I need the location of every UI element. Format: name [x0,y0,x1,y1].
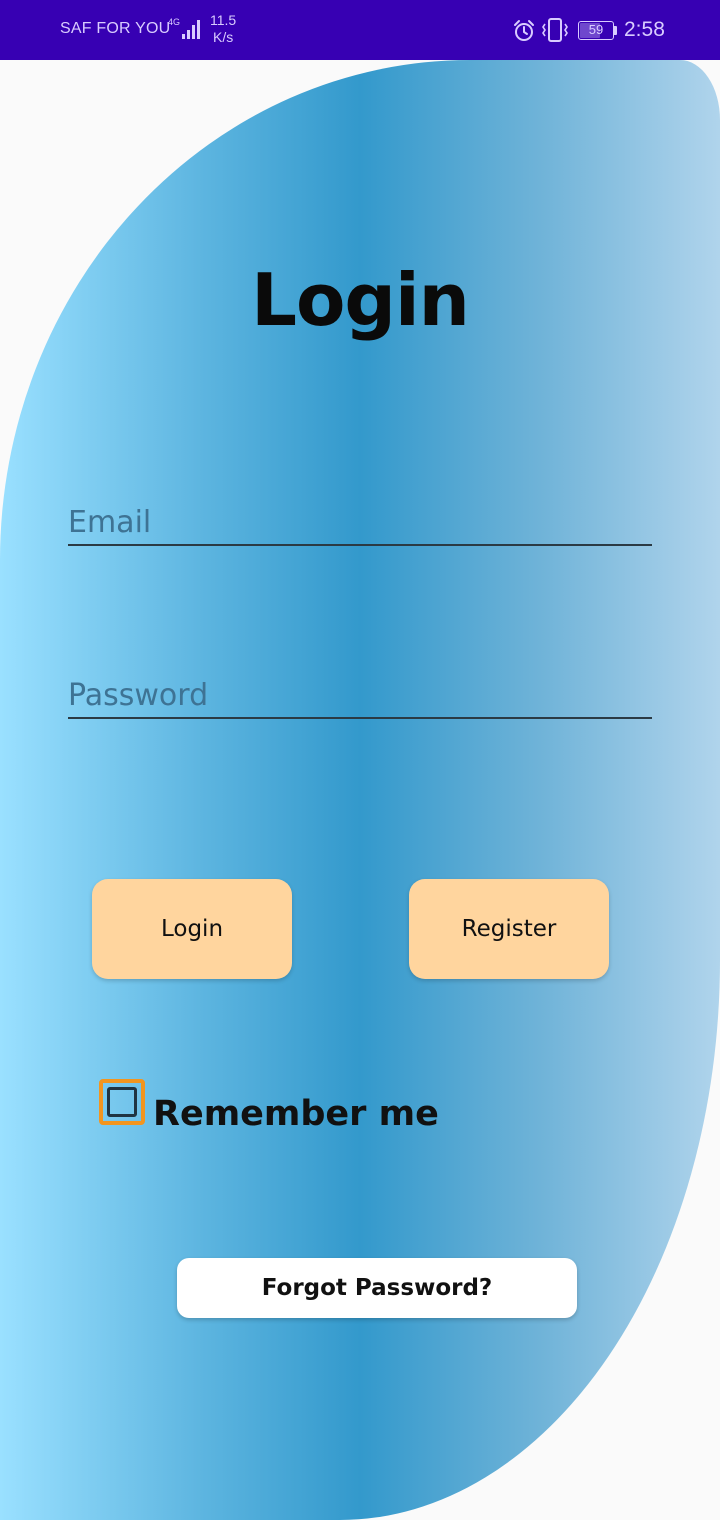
email-field[interactable] [68,505,652,540]
carrier-name: SAF FOR YOU [60,20,171,37]
password-field[interactable] [68,678,652,713]
login-button[interactable]: Login [92,879,292,979]
network-speed-value: 11.5 [210,12,237,28]
forgot-password-button[interactable]: Forgot Password? [177,1258,577,1318]
register-button[interactable]: Register [409,879,609,979]
battery-icon: 59 [578,21,614,40]
remember-me-checkbox[interactable] [99,1079,145,1125]
alarm-icon [514,20,534,41]
signal-icon [182,20,200,39]
remember-me-label[interactable]: Remember me [153,1094,439,1134]
vibrate-icon [542,18,568,42]
page-title: Login [251,258,470,342]
battery-level: 59 [588,22,604,37]
status-bar: SAF FOR YOU 4G 11.5 K/s 59 2:58 [0,0,720,60]
network-speed-unit: K/s [212,29,234,45]
password-field-container [68,661,652,719]
email-field-container [68,488,652,546]
battery-nub [614,26,617,35]
network-speed: 11.5 K/s [210,12,236,46]
clock: 2:58 [624,18,665,41]
checkbox-box [107,1087,137,1117]
